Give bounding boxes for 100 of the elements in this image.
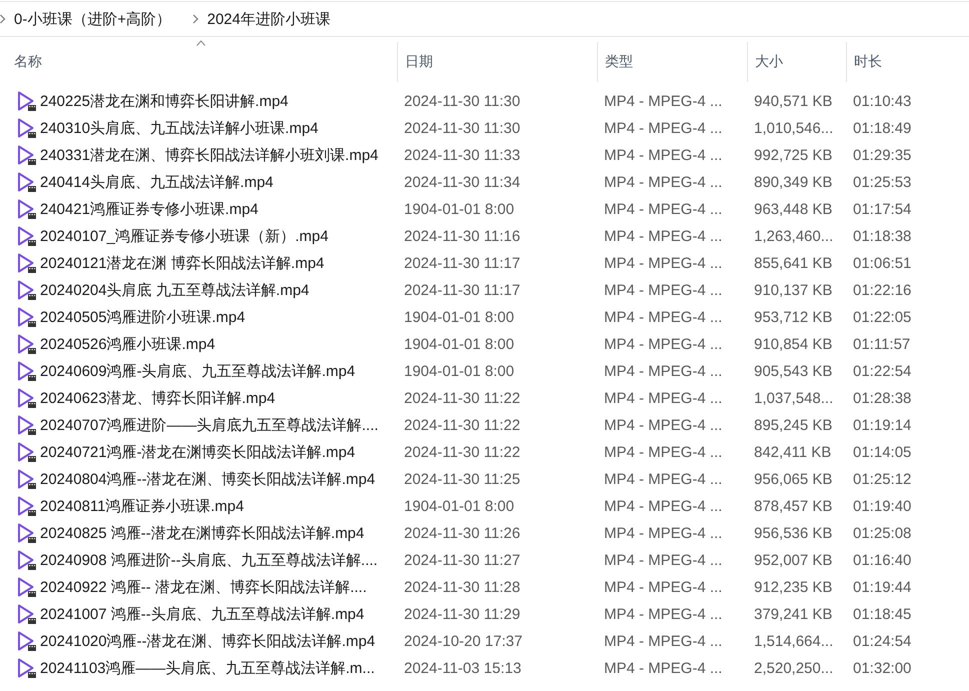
size-cell-text: 940,571 KB [753, 93, 834, 110]
column-header[interactable]: 时长 [846, 42, 969, 82]
video-file-icon [17, 415, 37, 436]
duration-cell-text: 01:18:45 [852, 606, 912, 623]
type-cell-text: MP4 - MPEG-4 ... [603, 390, 724, 407]
date-cell-text: 2024-11-30 11:34 [403, 174, 522, 191]
duration-cell-text: 01:11:57 [852, 336, 912, 353]
date-cell-text: 2024-11-30 11:28 [403, 579, 522, 596]
column-header[interactable]: 日期 [397, 42, 597, 82]
size-cell-text: 855,641 KB [753, 255, 834, 272]
type-cell-text: MP4 - MPEG-4 ... [603, 606, 724, 623]
date-cell-text: 2024-11-30 11:27 [403, 552, 522, 569]
video-file-icon [17, 253, 37, 274]
file-name[interactable]: 20240121潜龙在渊 博弈长阳战法详解.mp4 [40, 254, 324, 273]
column-header[interactable]: 大小 [747, 42, 846, 82]
chevron-icon[interactable] [0, 14, 6, 24]
file-name[interactable]: 240414头肩底、九五战法详解.mp4 [40, 173, 274, 192]
file-name[interactable]: 20241007 鸿雁--头肩底、九五至尊战法详解.mp4 [40, 605, 364, 624]
video-file-icon [17, 361, 37, 382]
file-name[interactable]: 20240505鸿雁进阶小班课.mp4 [40, 308, 246, 327]
type-cell-text: MP4 - MPEG-4 ... [603, 228, 724, 245]
video-file-icon [17, 91, 37, 112]
file-name[interactable]: 20240609鸿雁-头肩底、九五至尊战法详解.mp4 [40, 362, 356, 381]
size-cell-text: 842,411 KB [753, 444, 832, 461]
size-cell-text: 1,037,548... [753, 390, 834, 407]
video-file-icon [17, 469, 37, 490]
file-name[interactable]: 20240908 鸿雁进阶--头肩底、九五至尊战法详解.... [40, 551, 378, 570]
file-name[interactable]: 240331潜龙在渊、博弈长阳战法详解小班刘课.mp4 [40, 146, 378, 165]
date-cell-text: 2024-11-30 11:26 [403, 525, 522, 542]
duration-cell-text: 01:32:00 [852, 660, 912, 677]
file-name[interactable]: 240225潜龙在渊和博弈长阳讲解.mp4 [40, 92, 288, 111]
date-cell-text: 2024-11-30 11:17 [403, 282, 522, 299]
type-cell-text: MP4 - MPEG-4 ... [603, 525, 724, 542]
duration-cell-text: 01:19:44 [852, 579, 912, 596]
file-name[interactable]: 20240623潜龙、博弈长阳详解.mp4 [40, 389, 276, 408]
video-file-icon [17, 442, 37, 463]
file-name[interactable]: 20240526鸿雁小班课.mp4 [40, 335, 216, 354]
duration-cell-text: 01:19:40 [852, 498, 912, 515]
video-file-icon [17, 496, 37, 517]
chevron-icon[interactable] [192, 14, 200, 24]
date-cell-text: 2024-11-03 15:13 [403, 660, 522, 677]
type-cell-text: MP4 - MPEG-4 ... [603, 309, 724, 326]
type-cell-text: MP4 - MPEG-4 ... [603, 174, 724, 191]
file-name[interactable]: 20240721鸿雁-潜龙在渊博奕长阳战法详解.mp4 [40, 443, 356, 462]
video-file-icon [17, 145, 37, 166]
file-name[interactable]: 20240107_鸿雁证券专修小班课（新）.mp4 [40, 227, 328, 246]
date-cell-text: 2024-10-20 17:37 [403, 633, 524, 650]
type-cell-text: MP4 - MPEG-4 ... [603, 579, 724, 596]
file-name[interactable]: 20240811鸿雁证券小班课.mp4 [40, 497, 244, 516]
duration-cell-text: 01:25:53 [852, 174, 912, 191]
file-name[interactable]: 20241020鸿雁--潜龙在渊、博弈长阳战法详解.mp4 [40, 632, 376, 651]
duration-cell-text: 01:19:14 [852, 417, 912, 434]
breadcrumb-item[interactable]: 2024年进阶小班课 [207, 10, 330, 28]
size-cell-text: 956,065 KB [753, 471, 834, 488]
duration-cell-text: 01:18:38 [852, 228, 912, 245]
type-cell-text: MP4 - MPEG-4 ... [603, 444, 724, 461]
duration-cell-text: 01:22:16 [852, 282, 912, 299]
file-name[interactable]: 240310头肩底、九五战法详解小班课.mp4 [40, 119, 318, 138]
type-cell-text: MP4 - MPEG-4 ... [603, 552, 724, 569]
file-name[interactable]: 20240204头肩底 九五至尊战法详解.mp4 [40, 281, 310, 300]
video-file-icon [17, 550, 37, 571]
file-name[interactable]: 20240922 鸿雁-- 潜龙在渊、博弈长阳战法详解.... [40, 578, 367, 597]
duration-cell-text: 01:14:05 [852, 444, 912, 461]
date-cell-text: 2024-11-30 11:16 [403, 228, 522, 245]
breadcrumb-item[interactable]: 0-小班课（进阶+高阶） [14, 10, 172, 28]
size-cell-text: 912,235 KB [753, 579, 834, 596]
file-name[interactable]: 20240825 鸿雁--潜龙在渊博弈长阳战法详解.mp4 [40, 524, 364, 543]
type-cell-text: MP4 - MPEG-4 ... [603, 498, 724, 515]
column-header[interactable]: 名称 [0, 42, 397, 82]
date-cell-text: 1904-01-01 8:00 [403, 363, 516, 380]
size-cell-text: 895,245 KB [753, 417, 834, 434]
date-cell-text: 2024-11-30 11:30 [403, 93, 522, 110]
video-file-icon [17, 226, 37, 247]
duration-cell-text: 01:22:54 [852, 363, 912, 380]
duration-cell-text: 01:25:12 [852, 471, 912, 488]
video-file-icon [17, 631, 37, 652]
size-cell-text: 992,725 KB [753, 147, 834, 164]
date-cell-text: 2024-11-30 11:29 [403, 606, 522, 623]
duration-cell-text: 01:17:54 [852, 201, 912, 218]
date-cell-text: 2024-11-30 11:30 [403, 120, 522, 137]
video-file-icon [17, 118, 37, 139]
type-cell-text: MP4 - MPEG-4 ... [603, 120, 724, 137]
duration-cell-text: 01:22:05 [852, 309, 912, 326]
video-file-icon [17, 199, 37, 220]
size-cell-text: 953,712 KB [753, 309, 834, 326]
file-name[interactable]: 240421鸿雁证券专修小班课.mp4 [40, 200, 258, 219]
file-name[interactable]: 20240804鸿雁--潜龙在渊、博奕长阳战法详解.mp4 [40, 470, 376, 489]
type-cell-text: MP4 - MPEG-4 ... [603, 255, 724, 272]
video-file-icon [17, 523, 37, 544]
file-name[interactable]: 20240707鸿雁进阶——头肩底九五至尊战法详解.... [40, 416, 378, 435]
duration-cell-text: 01:06:51 [852, 255, 912, 272]
type-cell-text: MP4 - MPEG-4 ... [603, 633, 724, 650]
date-cell-text: 2024-11-30 11:25 [403, 471, 522, 488]
video-file-icon [17, 577, 37, 598]
date-cell-text: 1904-01-01 8:00 [403, 309, 516, 326]
size-cell-text: 890,349 KB [753, 174, 834, 191]
size-cell-text: 379,241 KB [753, 606, 834, 623]
date-cell-text: 2024-11-30 11:22 [403, 417, 522, 434]
file-name[interactable]: 20241103鸿雁——头肩底、九五至尊战法详解.m... [40, 659, 375, 678]
column-header[interactable]: 类型 [597, 42, 747, 82]
